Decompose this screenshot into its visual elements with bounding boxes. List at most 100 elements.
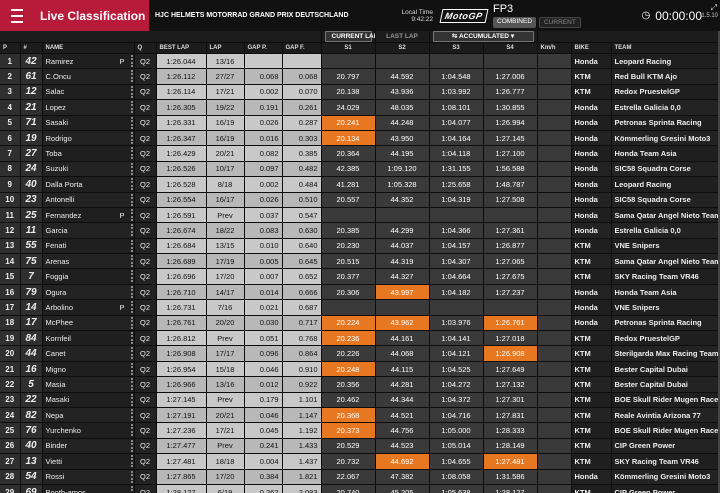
- table-row[interactable]: 4 21 Lopez Q2 1:26.305 19/22 0.191 0.261 24.029 4…: [0, 99, 719, 116]
- lap-count: 17/20: [206, 268, 245, 285]
- rider-number: 27: [20, 145, 43, 162]
- table-row[interactable]: 10 23 Antonelli Q2 1:26.554 16/17 0.026 0.510 20…: [0, 192, 719, 208]
- table-row[interactable]: 19 84 Kornfeil Q2 1:26.812 Prev 0.051 0.768 20.2…: [0, 330, 719, 347]
- fullscreen-icon[interactable]: ⤢: [711, 3, 717, 13]
- sector-3: 1:05.014: [429, 438, 484, 455]
- table-row[interactable]: 11 25 Fernandez P Q2 1:26.591 Prev 0.037 0.547 Ho…: [0, 207, 719, 224]
- col-s4[interactable]: S4: [483, 42, 538, 54]
- rider-name-text: Booth-amos: [45, 487, 86, 493]
- col-bike[interactable]: BIKE: [571, 42, 612, 54]
- col-num[interactable]: #: [20, 42, 43, 54]
- table-row[interactable]: 21 16 Migno Q2 1:26.954 15/18 0.046 0.910 20.248…: [0, 361, 719, 378]
- col-speed[interactable]: Km/h: [537, 42, 572, 54]
- table-row[interactable]: 1 42 Ramirez P Q2 1:26.044 13/16 Honda Leopard R…: [0, 53, 719, 70]
- table-row[interactable]: 3 12 Salac Q2 1:26.114 17/21 0.002 0.070 20.138 4…: [0, 84, 719, 101]
- best-lap: 1:26.331: [156, 115, 207, 131]
- table-row[interactable]: 7 27 Toba Q2 1:26.429 20/21 0.082 0.385 20.364 44…: [0, 145, 719, 162]
- col-s3[interactable]: S3: [429, 42, 484, 54]
- col-gap-f[interactable]: GAP F.: [282, 42, 322, 54]
- col-lap[interactable]: LAP: [206, 42, 245, 54]
- table-row[interactable]: 22 5 Masia Q2 1:26.966 13/16 0.012 0.922 20.356 4…: [0, 376, 719, 393]
- sector-1: 20.377: [321, 268, 376, 285]
- bike-brand: Honda: [571, 99, 612, 116]
- table-row[interactable]: 13 55 Fenati Q2 1:26.684 13/15 0.010 0.640 20.23…: [0, 238, 719, 255]
- rider-name: Arenas: [42, 253, 135, 270]
- lap-count: 20/20: [206, 315, 245, 332]
- gap-first: 0.630: [282, 222, 322, 239]
- qualifying-group: Q2: [134, 145, 157, 162]
- sector-4: 1:27.018: [483, 330, 538, 347]
- drag-handle-icon: [130, 147, 133, 160]
- gap-first: 1.147: [282, 407, 322, 424]
- sector-2: 44.692: [375, 453, 430, 470]
- table-row[interactable]: 17 14 Arbolino P Q2 1:26.731 7/16 0.021 0.687 Hon…: [0, 299, 719, 316]
- team-name: VNE Snipers: [611, 299, 719, 316]
- best-lap: 1:26.812: [156, 330, 207, 347]
- sector-3: 1:03.992: [429, 84, 484, 101]
- gap-previous: 0.051: [244, 330, 283, 347]
- sector-3: 1:04.664: [429, 268, 484, 285]
- table-row[interactable]: 12 11 Garcia Q2 1:26.674 18/22 0.083 0.630 20.38…: [0, 222, 719, 239]
- col-best[interactable]: BEST LAP: [156, 42, 207, 54]
- sector-1: 20.732: [321, 453, 376, 470]
- pos-cell: 25: [0, 422, 21, 439]
- current-toggle[interactable]: CURRENT: [539, 17, 581, 28]
- table-row[interactable]: 6 19 Rodrigo Q2 1:26.347 16/19 0.016 0.303 20.13…: [0, 130, 719, 147]
- current-lap-tab[interactable]: CURRENT LAP: [321, 31, 376, 43]
- table-row[interactable]: 27 13 Vietti Q2 1:27.481 18/18 0.004 1.437 20.73…: [0, 453, 719, 470]
- qualifying-group: Q2: [134, 345, 157, 362]
- rider-number: 5: [20, 376, 43, 393]
- rider-name: Canet: [42, 345, 135, 362]
- table-row[interactable]: 2 61 C.Oncu Q2 1:26.112 27/27 0.068 0.068 20.797…: [0, 68, 719, 85]
- table-row[interactable]: 16 79 Ogura Q2 1:26.710 14/17 0.014 0.666 20.306…: [0, 284, 719, 301]
- table-row[interactable]: 26 40 Binder Q2 1:27.477 Prev 0.241 1.433 20.529…: [0, 438, 719, 455]
- gap-first: 0.717: [282, 315, 322, 332]
- gap-previous: 0.004: [244, 453, 283, 470]
- rider-number: 61: [20, 68, 43, 85]
- col-name[interactable]: NAME: [42, 42, 135, 54]
- rider-number: 79: [20, 284, 43, 301]
- rider-number: 11: [20, 222, 43, 239]
- gap-previous: 0.096: [244, 345, 283, 362]
- rider-name: Migno: [42, 361, 135, 378]
- table-row[interactable]: 18 17 McPhee Q2 1:26.761 20/20 0.030 0.717 20.22…: [0, 315, 719, 332]
- hamburger-icon: [11, 7, 23, 25]
- table-row[interactable]: 15 7 Foggia Q2 1:26.696 17/20 0.007 0.652 20.377…: [0, 268, 719, 285]
- table-row[interactable]: 8 24 Suzuki Q2 1:26.526 10/17 0.097 0.482 42.385…: [0, 161, 719, 178]
- bike-brand: KTM: [571, 84, 612, 101]
- table-row[interactable]: 29 69 Booth-amos Q2 1:28.127 6/19 0.262 2.083 20…: [0, 484, 719, 493]
- gap-first: 0.645: [282, 253, 322, 270]
- rider-number: 19: [20, 130, 43, 147]
- table-row[interactable]: 20 44 Canet Q2 1:26.908 17/17 0.096 0.864 20.226…: [0, 345, 719, 362]
- gap-previous: 0.097: [244, 161, 283, 178]
- menu-button[interactable]: [0, 0, 34, 31]
- pos-cell: 29: [0, 484, 21, 493]
- table-row[interactable]: 14 75 Arenas Q2 1:26.689 17/19 0.005 0.645 20.51…: [0, 253, 719, 270]
- last-lap-tab[interactable]: LAST LAP: [375, 31, 430, 43]
- sector-1: 20.226: [321, 345, 376, 362]
- col-team[interactable]: TEAM: [611, 42, 719, 54]
- combined-toggle[interactable]: COMBINED: [493, 17, 537, 28]
- table-row[interactable]: 25 76 Yurchenko Q2 1:27.236 17/21 0.045 1.192 20…: [0, 422, 719, 439]
- accumulated-select[interactable]: ⇆ ACCUMULATED ▾: [429, 31, 538, 43]
- sector-1: 20.138: [321, 84, 376, 101]
- lap-count: Prev: [206, 438, 245, 455]
- table-row[interactable]: 23 22 Masaki Q2 1:27.145 Prev 0.179 1.101 20.462…: [0, 392, 719, 408]
- table-row[interactable]: 24 82 Nepa Q2 1:27.191 20/21 0.046 1.147 20.368 4…: [0, 407, 719, 424]
- sector-1: 20.241: [321, 115, 376, 131]
- lap-count: 20/21: [206, 407, 245, 424]
- drag-handle-icon: [130, 131, 133, 144]
- col-s2[interactable]: S2: [375, 42, 430, 54]
- col-gap-p[interactable]: GAP P.: [244, 42, 283, 54]
- col-s1[interactable]: S1: [321, 42, 376, 54]
- col-p[interactable]: P: [0, 42, 21, 54]
- table-row[interactable]: 9 40 Dalla Porta Q2 1:26.528 8/18 0.002 0.484 41…: [0, 176, 719, 193]
- rider-name: Masaki: [42, 392, 135, 408]
- table-row[interactable]: 5 71 Sasaki Q2 1:26.331 16/19 0.026 0.287 20.241…: [0, 115, 719, 131]
- bike-brand: KTM: [571, 422, 612, 439]
- bike-brand: Honda: [571, 145, 612, 162]
- col-q[interactable]: Q: [134, 42, 157, 54]
- team-name: Sama Qatar Angel Nieto Team: [611, 253, 719, 270]
- speed: [537, 145, 572, 162]
- table-row[interactable]: 28 54 Rossi Q2 1:27.865 17/20 0.384 1.821 22.067…: [0, 469, 719, 485]
